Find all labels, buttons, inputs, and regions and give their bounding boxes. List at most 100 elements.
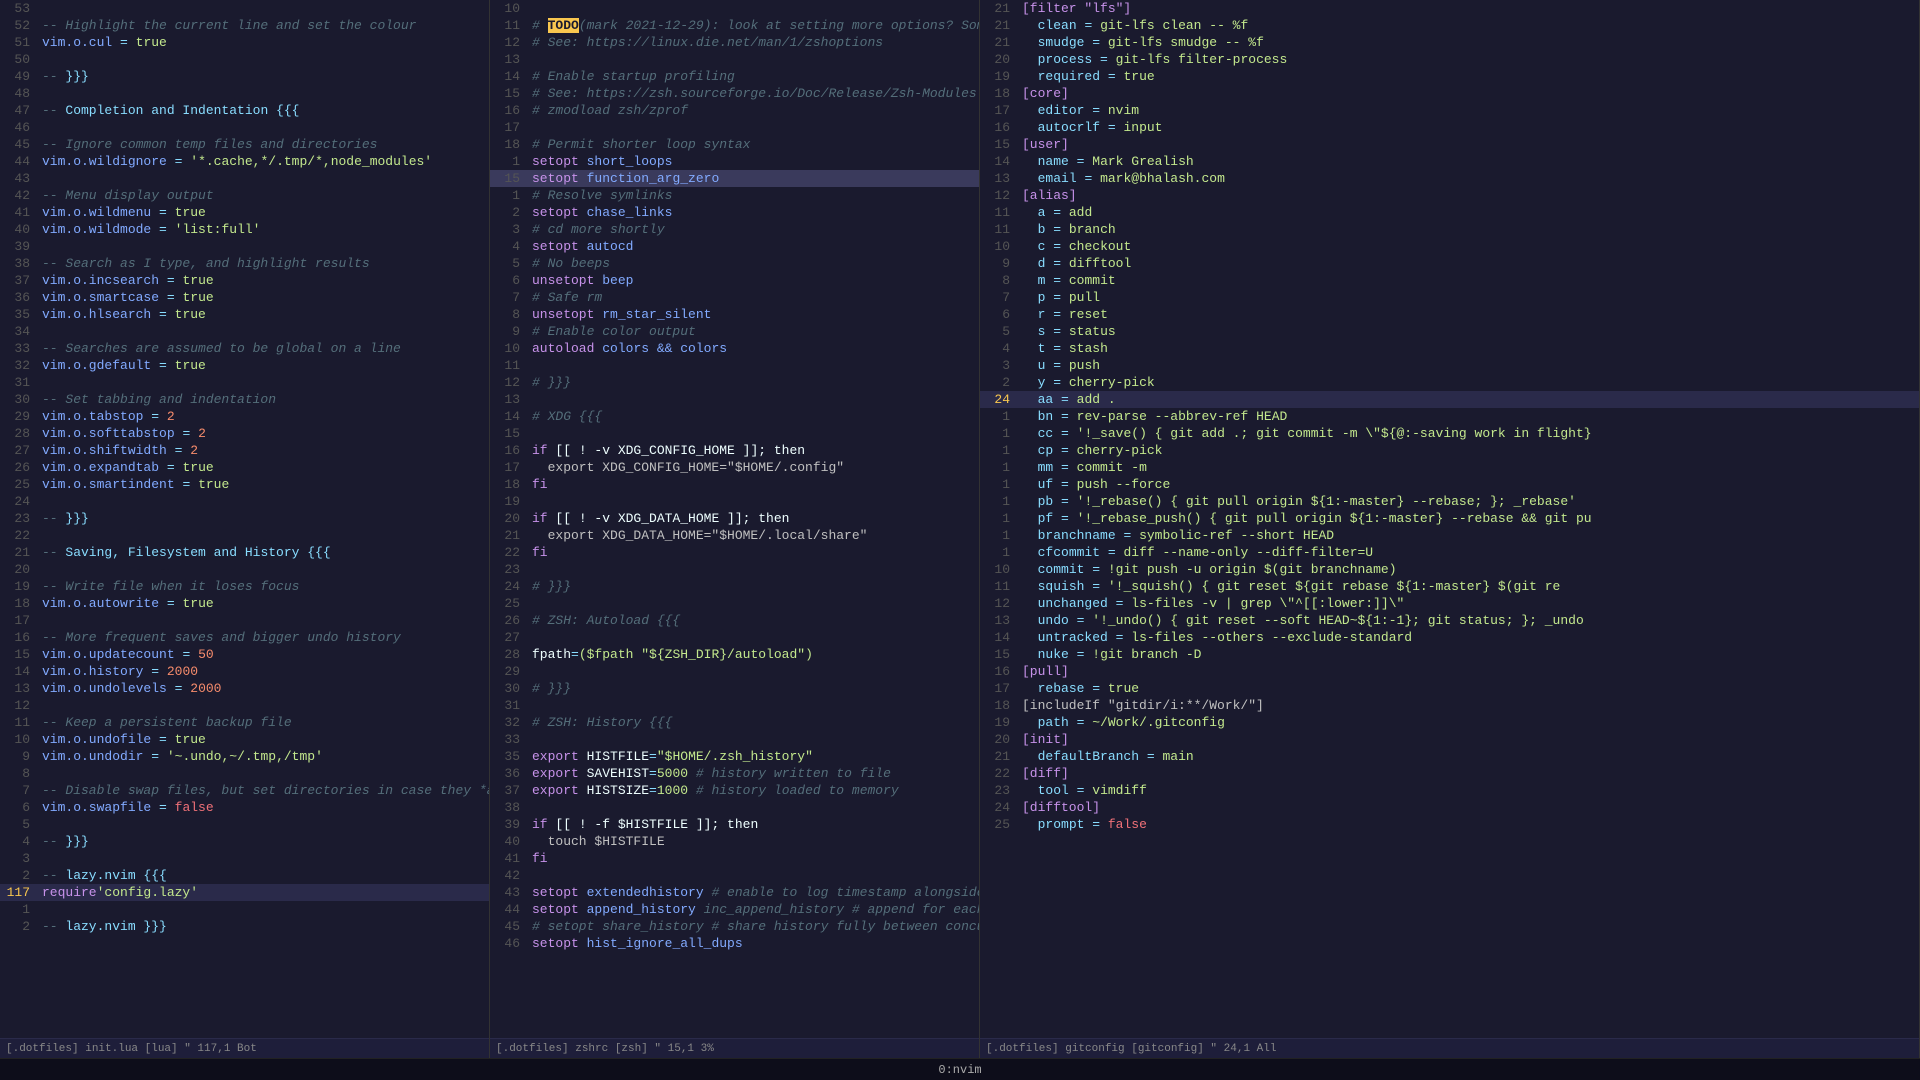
table-row: 45# setopt share_history # share history… <box>490 918 979 935</box>
pane-left[interactable]: 5352-- Highlight the current line and se… <box>0 0 490 1058</box>
table-row: 1 cc = '!_save() { git add .; git commit… <box>980 425 1919 442</box>
line-content <box>38 323 489 340</box>
table-row: 42-- Menu display output <box>0 187 489 204</box>
line-number: 20 <box>980 51 1018 68</box>
line-content: vim.o.shiftwidth = 2 <box>38 442 489 459</box>
line-content: pf = '!_rebase_push() { git pull origin … <box>1018 510 1919 527</box>
table-row: 18[core] <box>980 85 1919 102</box>
line-content: if [[ ! -v XDG_CONFIG_HOME ]]; then <box>528 442 979 459</box>
table-row: 4 t = stash <box>980 340 1919 357</box>
line-content <box>528 867 979 884</box>
line-content: vim.o.smartindent = true <box>38 476 489 493</box>
table-row: 17 rebase = true <box>980 680 1919 697</box>
table-row: 2-- lazy.nvim }}} <box>0 918 489 935</box>
line-content: -- }}} <box>38 833 489 850</box>
table-row: 35vim.o.hlsearch = true <box>0 306 489 323</box>
line-number: 34 <box>0 323 38 340</box>
line-number: 24 <box>980 391 1018 408</box>
table-row: 18[includeIf "gitdir/i:**/Work/"] <box>980 697 1919 714</box>
line-content <box>528 799 979 816</box>
line-number: 5 <box>980 323 1018 340</box>
line-content: # }}} <box>528 578 979 595</box>
line-number: 10 <box>980 238 1018 255</box>
line-number: 9 <box>0 748 38 765</box>
line-content <box>528 51 979 68</box>
line-content: vim.o.smartcase = true <box>38 289 489 306</box>
table-row: 26# ZSH: Autoload {{{ <box>490 612 979 629</box>
line-number: 1 <box>490 187 528 204</box>
table-row: 25 <box>490 595 979 612</box>
line-content <box>38 170 489 187</box>
line-number: 36 <box>0 289 38 306</box>
line-number: 6 <box>0 799 38 816</box>
line-number: 40 <box>490 833 528 850</box>
line-number: 30 <box>490 680 528 697</box>
line-content: export XDG_CONFIG_HOME="$HOME/.config" <box>528 459 979 476</box>
table-row: 28vim.o.softtabstop = 2 <box>0 425 489 442</box>
line-number: 20 <box>980 731 1018 748</box>
line-number: 17 <box>0 612 38 629</box>
line-number: 1 <box>980 476 1018 493</box>
line-content: [includeIf "gitdir/i:**/Work/"] <box>1018 697 1919 714</box>
table-row: 5 <box>0 816 489 833</box>
line-content <box>528 731 979 748</box>
bottom-bar: 0:nvim <box>0 1058 1920 1080</box>
table-row: 7-- Disable swap files, but set director… <box>0 782 489 799</box>
line-number: 4 <box>0 833 38 850</box>
line-number: 41 <box>0 204 38 221</box>
line-number: 12 <box>490 34 528 51</box>
line-number: 16 <box>490 102 528 119</box>
line-content <box>38 901 489 918</box>
line-number: 13 <box>980 612 1018 629</box>
line-number: 21 <box>980 748 1018 765</box>
table-row: 27vim.o.shiftwidth = 2 <box>0 442 489 459</box>
pane-middle[interactable]: 1011# TODO(mark 2021-12-29): look at set… <box>490 0 980 1058</box>
table-row: 1 branchname = symbolic-ref --short HEAD <box>980 527 1919 544</box>
pane-status-middle: [.dotfiles] zshrc [zsh] " 15,1 3% <box>490 1038 979 1058</box>
table-row: 51vim.o.cul = true <box>0 34 489 51</box>
line-number: 17 <box>980 680 1018 697</box>
table-row: 24# }}} <box>490 578 979 595</box>
line-number: 20 <box>490 510 528 527</box>
pane-right[interactable]: 21[filter "lfs"]21 clean = git-lfs clean… <box>980 0 1920 1058</box>
line-number: 1 <box>980 493 1018 510</box>
table-row: 43setopt extendedhistory # enable to log… <box>490 884 979 901</box>
line-content: mm = commit -m <box>1018 459 1919 476</box>
line-number: 1 <box>0 901 38 918</box>
line-number: 15 <box>490 170 528 187</box>
line-content: nuke = !git branch -D <box>1018 646 1919 663</box>
table-row: 13 <box>490 51 979 68</box>
pane-status-left: [.dotfiles] init.lua [lua] " 117,1 Bot <box>0 1038 489 1058</box>
table-row: 28fpath=($fpath "${ZSH_DIR}/autoload") <box>490 646 979 663</box>
line-content: unsetopt rm_star_silent <box>528 306 979 323</box>
line-content: p = pull <box>1018 289 1919 306</box>
table-row: 15 <box>490 425 979 442</box>
table-row: 11 b = branch <box>980 221 1919 238</box>
line-content: setopt short_loops <box>528 153 979 170</box>
table-row: 41vim.o.wildmenu = true <box>0 204 489 221</box>
table-row: 50 <box>0 51 489 68</box>
table-row: 24 aa = add . <box>980 391 1919 408</box>
line-number: 11 <box>980 221 1018 238</box>
line-content: -- lazy.nvim }}} <box>38 918 489 935</box>
table-row: 13 undo = '!_undo() { git reset --soft H… <box>980 612 1919 629</box>
table-row: 46setopt hist_ignore_all_dups <box>490 935 979 952</box>
line-number: 16 <box>490 442 528 459</box>
line-number: 12 <box>980 187 1018 204</box>
table-row: 14 untracked = ls-files --others --exclu… <box>980 629 1919 646</box>
table-row: 42 <box>490 867 979 884</box>
line-number: 1 <box>980 459 1018 476</box>
line-content: vim.o.hlsearch = true <box>38 306 489 323</box>
line-content: cc = '!_save() { git add .; git commit -… <box>1018 425 1919 442</box>
table-row: 20 <box>0 561 489 578</box>
line-number: 14 <box>0 663 38 680</box>
table-row: 23 <box>490 561 979 578</box>
line-number: 39 <box>0 238 38 255</box>
line-number: 10 <box>980 561 1018 578</box>
line-number: 40 <box>0 221 38 238</box>
table-row: 20[init] <box>980 731 1919 748</box>
table-row: 31 <box>0 374 489 391</box>
line-content: -- Write file when it loses focus <box>38 578 489 595</box>
table-row: 31 <box>490 697 979 714</box>
line-number: 1 <box>980 527 1018 544</box>
